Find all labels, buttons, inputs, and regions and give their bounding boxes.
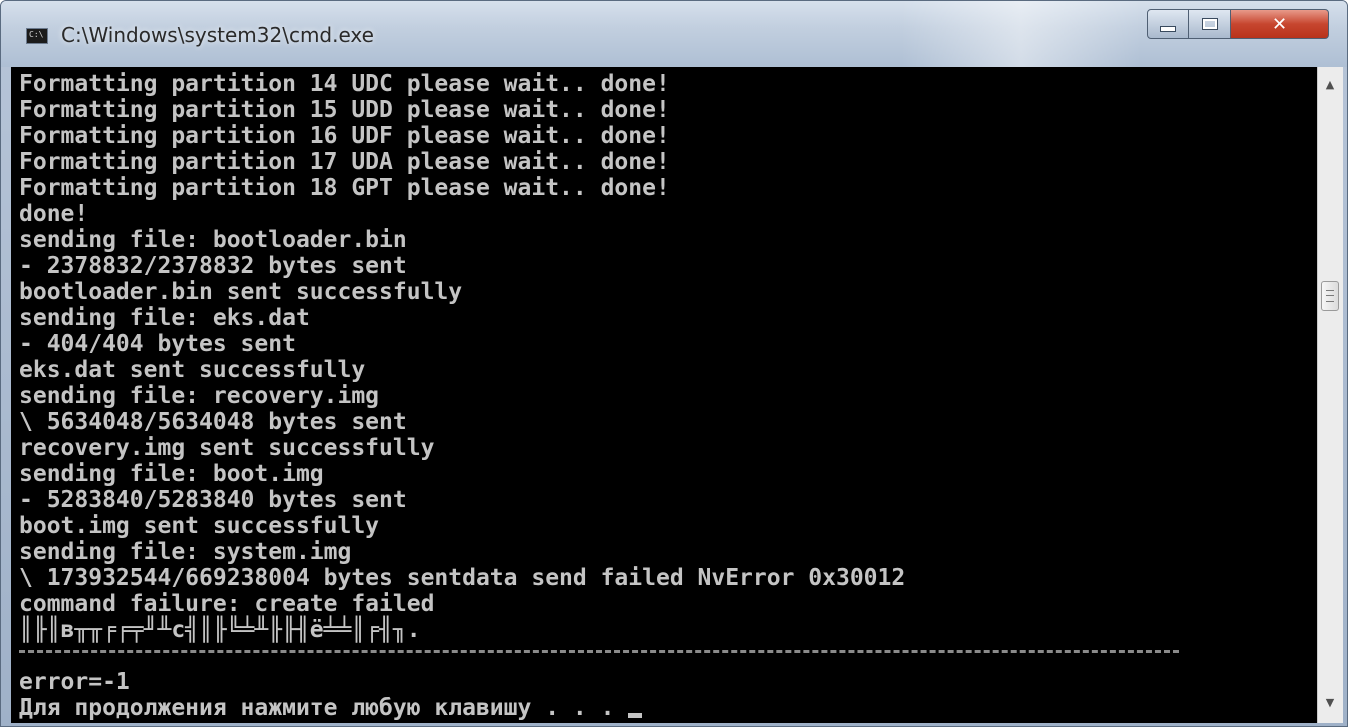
console-line: recovery.img sent successfully — [19, 435, 435, 461]
vertical-scrollbar[interactable]: ▲ ▼ — [1317, 67, 1343, 723]
console-line: sending file: recovery.img — [19, 383, 380, 409]
console-line: \ 5634048/5634048 bytes sent — [19, 409, 407, 435]
console-line: \ 173932544/669238004 bytes sentdata sen… — [19, 565, 906, 591]
console-line: done! — [19, 201, 89, 227]
console-line: sending file: bootloader.bin — [19, 227, 407, 253]
cmd-window: C:\ C:\Windows\system32\cmd.exe ✕ Format… — [0, 0, 1348, 727]
error-code-line: error=-1 — [19, 669, 130, 695]
console-line-garbled: ║╟║в╥╥╒╒╤╜╨с╣║╟╚╧╨╟╟╢ё╧╧║╒╢╖. — [19, 617, 421, 643]
console-line: sending file: eks.dat — [19, 305, 310, 331]
scroll-thumb[interactable] — [1321, 107, 1339, 687]
minimize-button[interactable] — [1147, 9, 1189, 39]
cmd-app-icon-text: C:\ — [29, 30, 44, 39]
scroll-grip-icon[interactable] — [1321, 281, 1339, 311]
title-bar-glare — [901, 1, 1141, 67]
maximize-icon — [1202, 19, 1217, 29]
console-line: command failure: create failed — [19, 591, 435, 617]
console-line: Formatting partition 16 UDF please wait.… — [19, 123, 670, 149]
title-bar[interactable]: C:\ C:\Windows\system32\cmd.exe ✕ — [1, 1, 1347, 67]
window-controls: ✕ — [1147, 9, 1329, 39]
console-line: - 5283840/5283840 bytes sent — [19, 487, 407, 513]
console-line: Formatting partition 17 UDA please wait.… — [19, 149, 670, 175]
console-line: Formatting partition 18 GPT please wait.… — [19, 175, 670, 201]
console-line: boot.img sent successfully — [19, 513, 380, 539]
prompt-line: Для продолжения нажмите любую клавишу . … — [19, 695, 643, 721]
console-line: Formatting partition 15 UDD please wait.… — [19, 97, 670, 123]
console-line: - 2378832/2378832 bytes sent — [19, 253, 407, 279]
window-title: C:\Windows\system32\cmd.exe — [61, 23, 374, 47]
maximize-button[interactable] — [1189, 9, 1231, 39]
console-output[interactable]: Formatting partition 14 UDC please wait.… — [11, 67, 1317, 723]
console-line: Formatting partition 14 UDC please wait.… — [19, 71, 670, 97]
cmd-app-icon[interactable]: C:\ — [26, 28, 48, 44]
console-line: eks.dat sent successfully — [19, 357, 366, 383]
console-separator — [19, 650, 1179, 653]
console-line: sending file: boot.img — [19, 461, 324, 487]
console-line: sending file: system.img — [19, 539, 352, 565]
console-line: bootloader.bin sent successfully — [19, 279, 463, 305]
scroll-grip-lines — [1326, 290, 1334, 302]
close-button[interactable]: ✕ — [1231, 9, 1329, 39]
scroll-up-icon[interactable]: ▲ — [1322, 77, 1338, 93]
minimize-icon — [1160, 26, 1176, 32]
text-cursor — [628, 713, 643, 718]
scroll-down-icon[interactable]: ▼ — [1322, 695, 1338, 711]
console-line: - 404/404 bytes sent — [19, 331, 296, 357]
prompt-text: Для продолжения нажмите любую клавишу . … — [19, 695, 629, 721]
close-icon: ✕ — [1271, 13, 1288, 35]
